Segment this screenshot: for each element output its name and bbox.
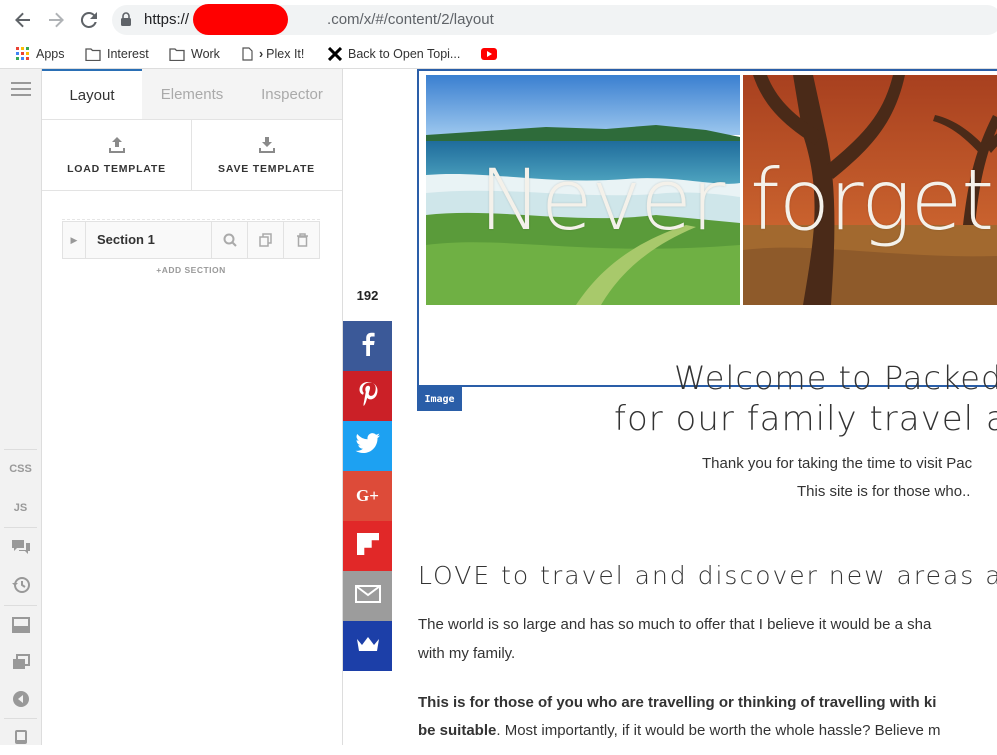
pinterest-icon <box>358 381 378 412</box>
site-for-text: This site is for those who.. <box>797 483 971 500</box>
bookmark-label: Work <box>191 47 220 61</box>
bookmark-apps[interactable]: Apps <box>16 44 65 64</box>
load-template-label: LOAD TEMPLATE <box>67 162 166 175</box>
add-section-button[interactable]: +ADD SECTION <box>62 265 320 275</box>
family-heading: for our family travel a <box>614 399 997 439</box>
facebook-share-button[interactable] <box>343 321 392 371</box>
crown-icon <box>356 636 380 657</box>
tab-elements[interactable]: Elements <box>142 69 242 119</box>
world-text-line2: with my family. <box>418 645 516 662</box>
url-prefix: https:// <box>144 11 190 28</box>
back-icon[interactable] <box>11 8 35 32</box>
bookmark-work[interactable]: Work <box>169 44 220 64</box>
tab-layout[interactable]: Layout <box>42 69 142 119</box>
googleplus-icon: G+ <box>356 486 379 505</box>
chevron-right-icon: › <box>259 47 264 61</box>
bold-text-line2: be suitable. Most importantly, if it wou… <box>418 722 940 739</box>
redaction-mark <box>193 4 288 35</box>
lock-icon <box>120 12 132 32</box>
history-icon[interactable] <box>0 567 41 603</box>
bookmark-open-topic[interactable]: Back to Open Topi... <box>328 44 460 64</box>
url-suffix: .com/x/#/content/2/layout <box>327 11 494 28</box>
bookmark-label: Apps <box>36 47 65 61</box>
left-rail: CSS JS <box>0 69 42 745</box>
bold-phrase: be suitable <box>418 722 497 739</box>
share-count: 192 <box>356 288 379 303</box>
comments-icon[interactable] <box>0 529 41 565</box>
crown-share-button[interactable] <box>343 621 392 671</box>
footer-layout-icon[interactable] <box>0 607 41 643</box>
email-share-button[interactable] <box>343 571 392 621</box>
bookmark-label: Back to Open Topi... <box>348 47 461 61</box>
email-icon <box>354 584 381 608</box>
x-logo-icon <box>328 47 342 61</box>
love-heading: LOVE to travel and discover new areas a <box>418 561 997 590</box>
bookmark-label: Interest <box>107 47 149 61</box>
folder-icon <box>85 47 101 61</box>
tab-inspector[interactable]: Inspector <box>242 69 342 119</box>
bold-text-line1: This is for those of you who are travell… <box>418 694 937 711</box>
page-canvas: Never forget t Image Welcome to Packed f… <box>392 69 997 745</box>
hero-text: Never forget t <box>479 151 997 249</box>
youtube-icon <box>481 48 497 60</box>
forward-icon[interactable] <box>44 8 68 32</box>
reload-icon[interactable] <box>77 8 101 32</box>
facebook-icon <box>361 332 375 361</box>
css-button[interactable]: CSS <box>0 451 41 487</box>
section-dropzone-line <box>62 219 320 220</box>
bookmark-youtube[interactable] <box>481 44 503 64</box>
twitter-icon <box>355 433 381 459</box>
address-bar: https:// .com/x/#/content/2/layout <box>0 0 997 40</box>
image-element-badge[interactable]: Image <box>417 387 462 411</box>
save-template-button[interactable]: SAVE TEMPLATE <box>192 120 341 190</box>
flipboard-share-button[interactable] <box>343 521 392 571</box>
rail-divider <box>4 449 37 450</box>
search-icon[interactable] <box>211 222 248 258</box>
upload-icon <box>108 136 126 157</box>
hamburger-menu-icon[interactable] <box>0 71 41 107</box>
pinterest-share-button[interactable] <box>343 371 392 421</box>
twitter-share-button[interactable] <box>343 421 392 471</box>
page-icon <box>242 47 253 61</box>
folder-icon <box>169 47 185 61</box>
download-icon <box>258 136 276 157</box>
template-bottom-rule <box>42 190 342 191</box>
load-template-button[interactable]: LOAD TEMPLATE <box>42 120 191 190</box>
trash-icon[interactable] <box>283 222 320 258</box>
expand-caret-icon[interactable]: ▶ <box>63 222 86 258</box>
preview-icon[interactable] <box>0 681 41 717</box>
bookmarks-bar: Apps Interest Work › Plex It! Back to Op… <box>0 40 997 69</box>
bookmark-label: Plex It! <box>266 47 305 61</box>
bookmark-interest[interactable]: Interest <box>85 44 149 64</box>
googleplus-share-button[interactable]: G+ <box>343 471 392 521</box>
section-label: Section 1 <box>97 232 155 247</box>
image-element[interactable]: Never forget t <box>417 69 997 387</box>
section-row[interactable]: ▶ Section 1 <box>62 221 320 259</box>
rail-divider <box>4 605 37 606</box>
thanks-text: Thank you for taking the time to visit P… <box>702 455 973 472</box>
js-button[interactable]: JS <box>0 490 41 526</box>
bookmark-plex[interactable]: › Plex It! <box>242 44 304 64</box>
apps-grid-icon <box>16 47 30 61</box>
duplicate-icon[interactable] <box>247 222 284 258</box>
world-text-line1: The world is so large and has so much to… <box>418 616 932 633</box>
welcome-heading: Welcome to Packed <box>674 359 997 397</box>
panel-tabs: Layout Elements Inspector <box>42 69 342 120</box>
flipboard-icon <box>356 532 379 560</box>
builder-panel: Layout Elements Inspector LOAD TEMPLATE … <box>42 69 343 745</box>
save-template-label: SAVE TEMPLATE <box>218 162 315 175</box>
device-icon[interactable] <box>0 719 41 755</box>
rail-divider <box>4 527 37 528</box>
bold-text-line2-rest: . Most importantly, if it would be worth… <box>496 722 941 739</box>
pages-icon[interactable] <box>0 644 41 680</box>
